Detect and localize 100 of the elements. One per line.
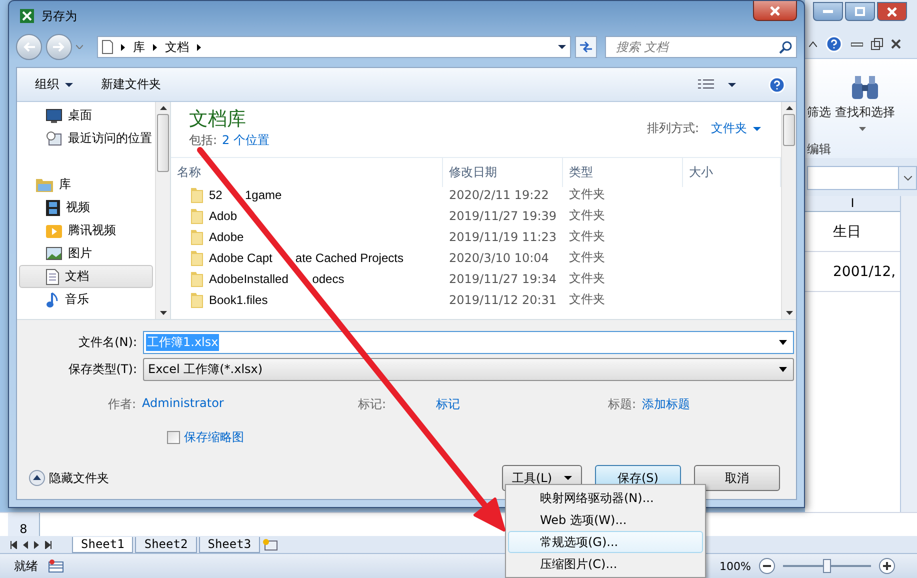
search-icon <box>779 40 792 54</box>
meta-label: 标题: <box>608 396 636 412</box>
breadcrumb-item[interactable]: 文档 <box>165 38 189 56</box>
next-sheet-icon[interactable] <box>34 540 39 548</box>
view-caret-icon[interactable] <box>728 82 736 86</box>
file-date: 2019/11/27 19:34 <box>448 272 558 286</box>
organize-button[interactable]: 组织 <box>35 74 73 95</box>
restore-icon[interactable] <box>871 38 883 50</box>
file-date: 2020/2/11 19:22 <box>448 188 550 202</box>
meta-link[interactable]: Administrator <box>142 396 224 412</box>
scrollbar[interactable] <box>781 102 796 319</box>
slider-thumb[interactable] <box>823 559 831 573</box>
meta-label: 标记: <box>358 396 386 412</box>
folder-icon <box>191 250 203 266</box>
file-date: 2019/11/27 19:39 <box>448 208 558 222</box>
chevron-icon <box>904 176 912 180</box>
meta-link[interactable]: 添加标题 <box>642 396 690 412</box>
cancel-button[interactable]: 取消 <box>694 465 780 491</box>
new-folder-button[interactable]: 新建文件夹 <box>101 74 161 95</box>
close-button[interactable] <box>877 2 907 21</box>
nav-item[interactable]: 文档 <box>19 265 153 288</box>
sheet-tab[interactable]: Sheet3 <box>198 536 260 552</box>
dropdown-caret-icon[interactable] <box>779 367 787 372</box>
group-label: 编辑 <box>806 141 832 158</box>
column-header[interactable]: 修改日期 <box>443 158 563 187</box>
nav-item[interactable]: 库 <box>19 173 153 196</box>
find-select-button[interactable]: 查找和选择 <box>835 104 895 122</box>
file-type-dropdown[interactable]: Excel 工作簿(*.xlsx) <box>143 358 794 381</box>
file-name: 52 <box>209 188 224 202</box>
forward-button[interactable] <box>46 34 72 60</box>
minus-icon <box>763 565 771 567</box>
zoom-percentage: 100% <box>720 560 751 572</box>
file-type: 文件夹 <box>568 207 606 224</box>
forward-arrow-icon <box>53 42 65 52</box>
breadcrumb-item[interactable]: 库 <box>133 38 145 56</box>
menu-item[interactable]: Web 选项(W)... <box>508 509 703 531</box>
refresh-button[interactable] <box>575 36 597 58</box>
column-header[interactable]: 名称 <box>171 158 443 187</box>
scroll-up-icon[interactable] <box>160 106 166 110</box>
nav-item[interactable]: 音乐 <box>19 288 153 311</box>
caret-icon <box>564 476 572 480</box>
filter-button[interactable]: 筛选 <box>807 104 831 122</box>
help-icon[interactable] <box>768 76 786 94</box>
scroll-thumb[interactable] <box>783 114 795 146</box>
macro-record-icon[interactable] <box>48 559 64 573</box>
file-name: Adobe Capt <box>209 250 274 264</box>
library-title: 文档库 <box>189 108 247 130</box>
sheet-tab[interactable]: Sheet2 <box>135 536 197 552</box>
chevron-icon <box>153 44 157 50</box>
scroll-down-icon[interactable] <box>786 311 792 315</box>
minimize-icon[interactable] <box>851 41 863 47</box>
maximize-button[interactable] <box>845 2 875 21</box>
nav-item[interactable]: 桌面 <box>19 104 153 127</box>
nav-item[interactable]: 图片 <box>19 242 153 265</box>
meta-link[interactable]: 标记 <box>436 396 460 412</box>
meta-label: 作者: <box>108 396 136 412</box>
menu-item[interactable]: 常规选项(G)... <box>508 531 703 553</box>
address-bar[interactable]: 库 文档 <box>97 36 571 58</box>
search-field[interactable]: 搜索 文档 <box>605 36 797 58</box>
scroll-up-icon[interactable] <box>786 106 792 110</box>
close-icon[interactable] <box>891 39 901 49</box>
field-label: 文件名(N): <box>78 334 138 351</box>
scrollbar[interactable] <box>155 102 170 319</box>
collapse-ribbon-icon[interactable] <box>809 41 817 47</box>
window-title: 另存为 <box>41 8 77 24</box>
scrollbar[interactable] <box>900 196 917 512</box>
scroll-down-icon[interactable] <box>160 311 166 315</box>
previous-sheet-icon[interactable] <box>23 540 28 548</box>
last-sheet-icon[interactable] <box>45 540 52 548</box>
sort-dropdown[interactable]: 文件夹 <box>711 120 761 137</box>
picture-icon <box>46 247 62 260</box>
caret-icon <box>65 82 73 86</box>
close-icon <box>887 6 897 16</box>
scroll-thumb[interactable] <box>157 114 169 172</box>
view-details-icon[interactable] <box>698 78 714 90</box>
column-header[interactable]: 类型 <box>563 158 683 187</box>
nav-item[interactable]: 视频 <box>19 196 153 219</box>
checkbox-label[interactable]: 保存缩略图 <box>184 429 244 446</box>
hide-folders-button[interactable]: 隐藏文件夹 <box>29 470 109 486</box>
file-name: ate Cached Projects <box>295 250 404 264</box>
minimize-button[interactable] <box>813 2 843 21</box>
chevron-icon <box>197 44 201 50</box>
sheet-tab[interactable]: Sheet1 <box>72 536 134 552</box>
dropdown-caret-icon[interactable] <box>558 45 566 49</box>
expand-formula-button[interactable] <box>898 167 916 189</box>
close-button[interactable] <box>753 1 797 21</box>
help-icon[interactable] <box>825 35 843 53</box>
back-button[interactable] <box>16 34 42 60</box>
nav-item[interactable]: 最近访问的位置 <box>19 127 153 150</box>
menu-item[interactable]: 压缩图片(C)... <box>508 553 703 575</box>
caret-icon <box>859 127 866 131</box>
nav-item[interactable]: 腾讯视频 <box>19 219 153 242</box>
dropdown-caret-icon[interactable] <box>779 340 787 345</box>
locations-link[interactable]: 2 个位置 <box>222 132 270 149</box>
file-name: AdobeInstalled <box>209 272 290 286</box>
insert-sheet-icon[interactable] <box>262 538 278 551</box>
zoom-out-button[interactable] <box>759 558 775 574</box>
first-sheet-icon[interactable] <box>10 540 17 548</box>
checkbox[interactable] <box>167 431 180 444</box>
zoom-in-button[interactable] <box>879 558 895 574</box>
